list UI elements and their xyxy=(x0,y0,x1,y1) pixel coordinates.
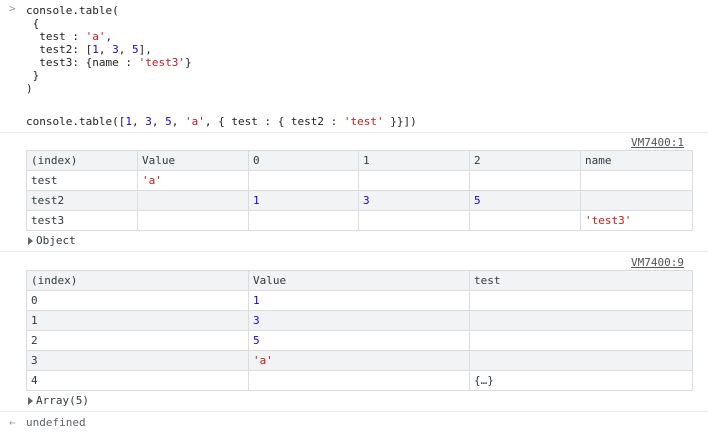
console-table-array: (index) Value test 0 1 1 3 2 5 3 'a' 4 {… xyxy=(26,270,693,391)
expander-label: Object xyxy=(36,234,76,247)
table-row: test2 1 3 5 xyxy=(26,190,693,211)
console-command-line: console.table([1, 3, 5, 'a', { test : { … xyxy=(26,115,417,128)
return-arrow-icon: ← xyxy=(9,416,16,429)
table-cell: 4 xyxy=(26,370,249,391)
code-line: test2: [1, 3, 5], xyxy=(26,43,152,56)
table-cell xyxy=(469,170,581,191)
table-row: 2 5 xyxy=(26,330,693,351)
table-cell: 'test3' xyxy=(580,210,693,231)
table-row: 0 1 xyxy=(26,290,693,311)
table-cell: 'a' xyxy=(248,350,470,371)
return-value: undefined xyxy=(26,416,86,429)
table-cell xyxy=(248,370,470,391)
column-header[interactable]: 0 xyxy=(248,150,359,171)
expand-triangle-icon xyxy=(28,397,33,405)
console-table-object: (index) Value 0 1 2 name test 'a' test2 … xyxy=(26,150,693,231)
table-row: test3 'test3' xyxy=(26,210,693,231)
code-line: { xyxy=(26,17,40,30)
table-cell: 3 xyxy=(248,310,470,331)
column-header[interactable]: Value xyxy=(137,150,249,171)
table-cell xyxy=(137,190,249,211)
table-cell[interactable]: {…} xyxy=(469,370,693,391)
table-cell: test xyxy=(26,170,138,191)
table-cell xyxy=(469,310,693,331)
expand-triangle-icon xyxy=(28,237,33,245)
table-row: 3 'a' xyxy=(26,350,693,371)
source-link[interactable]: VM7400:9 xyxy=(631,256,684,269)
table-cell xyxy=(580,170,693,191)
table-cell: 1 xyxy=(248,190,359,211)
code-line: test3: {name : 'test3'} xyxy=(26,56,192,69)
code-line: console.table( xyxy=(26,4,119,17)
table-cell: test3 xyxy=(26,210,138,231)
table-cell: 3 xyxy=(358,190,470,211)
table-row: 4 {…} xyxy=(26,370,693,391)
table-cell: 3 xyxy=(26,350,249,371)
code-line: test : 'a', xyxy=(26,30,113,43)
table-header-row: (index) Value 0 1 2 name xyxy=(26,150,693,171)
code-line: ) xyxy=(26,82,33,95)
table-cell xyxy=(469,350,693,371)
code-line: } xyxy=(26,69,40,82)
table-cell: test2 xyxy=(26,190,138,211)
table-cell: 0 xyxy=(26,290,249,311)
message-divider xyxy=(0,132,708,133)
table-cell xyxy=(248,170,359,191)
column-header[interactable]: (index) xyxy=(26,270,249,291)
message-divider xyxy=(0,251,708,252)
table-cell xyxy=(469,210,581,231)
table-cell xyxy=(248,210,359,231)
column-header[interactable]: (index) xyxy=(26,150,138,171)
table-cell xyxy=(469,330,693,351)
column-header[interactable]: test xyxy=(469,270,693,291)
column-header[interactable]: 1 xyxy=(358,150,470,171)
object-expander[interactable]: Object xyxy=(28,234,76,247)
table-cell xyxy=(580,190,693,211)
console-input-entry: > console.table( { test : 'a', test2: [1… xyxy=(0,0,708,107)
expander-label: Array(5) xyxy=(36,394,89,407)
column-header[interactable]: 2 xyxy=(469,150,581,171)
source-link[interactable]: VM7400:1 xyxy=(631,136,684,149)
table-cell xyxy=(358,170,470,191)
table-cell xyxy=(358,210,470,231)
array-expander[interactable]: Array(5) xyxy=(28,394,89,407)
table-cell: 5 xyxy=(248,330,470,351)
table-cell: 5 xyxy=(469,190,581,211)
table-header-row: (index) Value test xyxy=(26,270,693,291)
table-cell: 1 xyxy=(248,290,470,311)
table-row: test 'a' xyxy=(26,170,693,191)
table-cell: 1 xyxy=(26,310,249,331)
table-cell: 'a' xyxy=(137,170,249,191)
table-row: 1 3 xyxy=(26,310,693,331)
table-cell xyxy=(137,210,249,231)
column-header[interactable]: Value xyxy=(248,270,470,291)
message-divider xyxy=(0,411,708,412)
prompt-chevron-icon: > xyxy=(9,2,16,15)
column-header[interactable]: name xyxy=(580,150,693,171)
table-cell: 2 xyxy=(26,330,249,351)
table-cell xyxy=(469,290,693,311)
